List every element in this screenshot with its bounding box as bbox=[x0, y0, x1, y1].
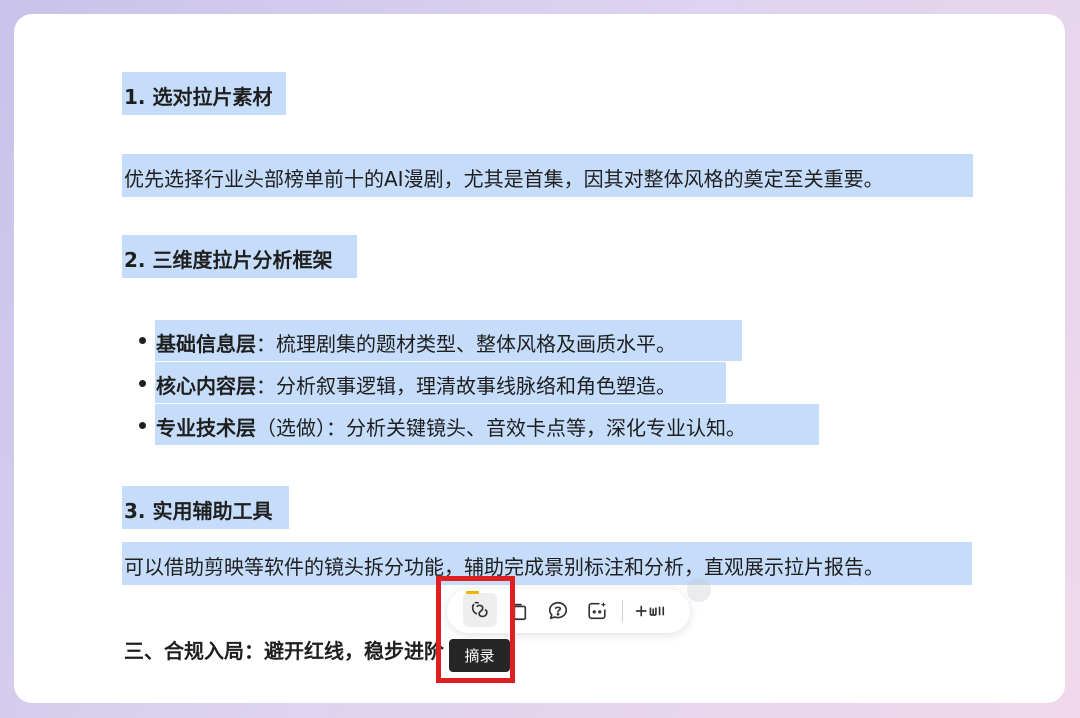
cursor-indicator bbox=[687, 578, 711, 602]
tooltip: 摘录 bbox=[449, 639, 510, 672]
excerpt-marker bbox=[466, 591, 479, 594]
list-item[interactable]: 核心内容层：分析叙事逻辑，理清故事线脉络和角色塑造。 bbox=[156, 370, 676, 399]
section-heading[interactable]: 3. 实用辅助工具 bbox=[124, 495, 272, 524]
excerpt-icon bbox=[471, 601, 488, 618]
bullet-icon bbox=[139, 380, 146, 387]
list-item[interactable]: 专业技术层（选做）：分析关键镜头、音效卡点等，深化专业认知。 bbox=[156, 412, 746, 441]
section-heading[interactable]: 2. 三维度拉片分析框架 bbox=[124, 244, 332, 273]
list-item-text: （选做）：分析关键镜头、音效卡点等，深化专业认知。 bbox=[256, 416, 746, 440]
excerpt-button[interactable] bbox=[466, 596, 494, 624]
list-item-text: ：梳理剧集的题材类型、整体风格及画质水平。 bbox=[256, 332, 676, 356]
paragraph[interactable]: 可以借助剪映等软件的镜头拆分功能，辅助完成景别标注和分析，直观展示拉片报告。 bbox=[124, 551, 884, 580]
chapter-heading[interactable]: 三、合规入局：避开红线，稳步进阶 bbox=[124, 635, 444, 664]
copy-button[interactable] bbox=[506, 597, 530, 625]
list-item-text: ：分析叙事逻辑，理清故事线脉络和角色塑造。 bbox=[256, 374, 676, 398]
section-heading[interactable]: 1. 选对拉片素材 bbox=[124, 81, 272, 110]
copy-icon bbox=[513, 603, 527, 621]
bullet-icon bbox=[139, 337, 146, 344]
list-item[interactable]: 基础信息层：梳理剧集的题材类型、整体风格及画质水平。 bbox=[156, 328, 676, 357]
add-more-button[interactable] bbox=[632, 597, 678, 625]
list-item-term: 专业技术层 bbox=[156, 416, 256, 440]
ai-assistant-icon bbox=[588, 601, 607, 620]
comment-icon bbox=[548, 601, 568, 620]
comment-button[interactable] bbox=[544, 597, 572, 625]
list-item-term: 基础信息层 bbox=[156, 332, 256, 356]
add-more-icon bbox=[635, 605, 665, 617]
toolbar-divider bbox=[622, 600, 623, 622]
ai-assistant-button[interactable] bbox=[583, 597, 611, 625]
list-item-term: 核心内容层 bbox=[156, 374, 256, 398]
paragraph[interactable]: 优先选择行业头部榜单前十的AI漫剧，尤其是首集，因其对整体风格的奠定至关重要。 bbox=[124, 163, 884, 192]
bullet-icon bbox=[139, 422, 146, 429]
